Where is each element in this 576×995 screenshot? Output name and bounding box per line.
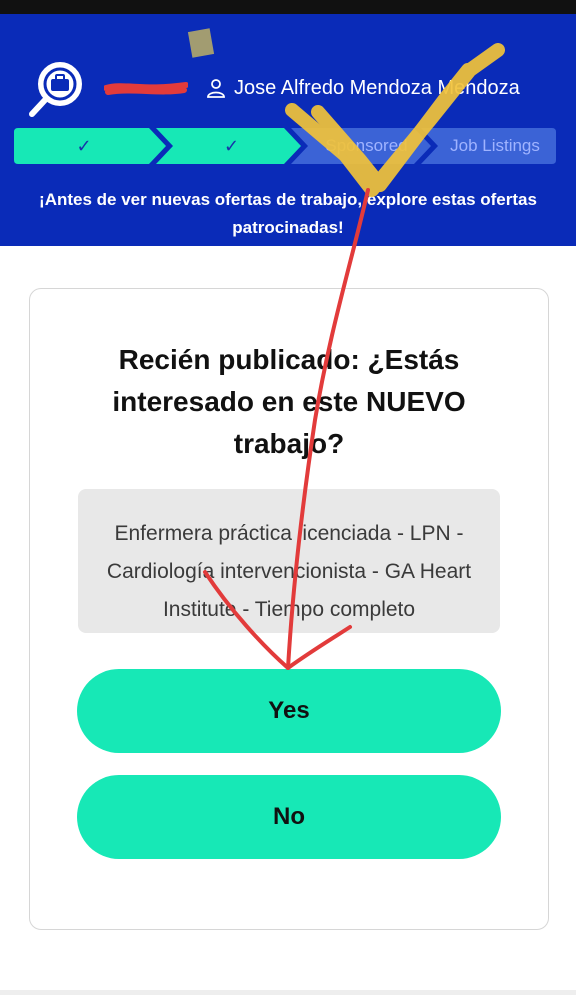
- user-name[interactable]: Jose Alfredo Mendoza Mendoza: [234, 77, 520, 100]
- yes-button[interactable]: Yes: [77, 669, 501, 753]
- job-title-box: Enfermera práctica licenciada - LPN - Ca…: [78, 489, 500, 633]
- bottom-divider: [0, 990, 576, 995]
- header-banner: Jose Alfredo Mendoza Mendoza ✓ ✓ Sponsor…: [0, 14, 576, 246]
- progress-step-1: ✓: [14, 128, 154, 164]
- sponsored-notice: ¡Antes de ver nuevas ofertas de trabajo,…: [39, 190, 537, 237]
- no-button[interactable]: No: [77, 775, 501, 859]
- user-info: Jose Alfredo Mendoza Mendoza: [104, 74, 520, 102]
- check-icon: ✓: [76, 135, 92, 156]
- job-search-logo-icon[interactable]: [26, 58, 88, 120]
- redaction-scribble: [104, 82, 188, 95]
- status-bar: [0, 0, 576, 14]
- progress-steps: ✓ ✓ Sponsored Job Listings: [14, 128, 556, 164]
- card-question: Recién publicado: ¿Estás interesado en e…: [112, 344, 466, 459]
- progress-step-job-listings: Job Listings: [450, 136, 540, 155]
- check-icon: ✓: [223, 135, 240, 156]
- job-offer-card: Recién publicado: ¿Estás interesado en e…: [29, 288, 549, 930]
- progress-step-2: ✓: [164, 128, 299, 164]
- job-title: Enfermera práctica licenciada - LPN - Ca…: [106, 522, 472, 621]
- user-icon: [207, 79, 225, 98]
- progress-step-sponsored: Sponsored: [325, 136, 408, 155]
